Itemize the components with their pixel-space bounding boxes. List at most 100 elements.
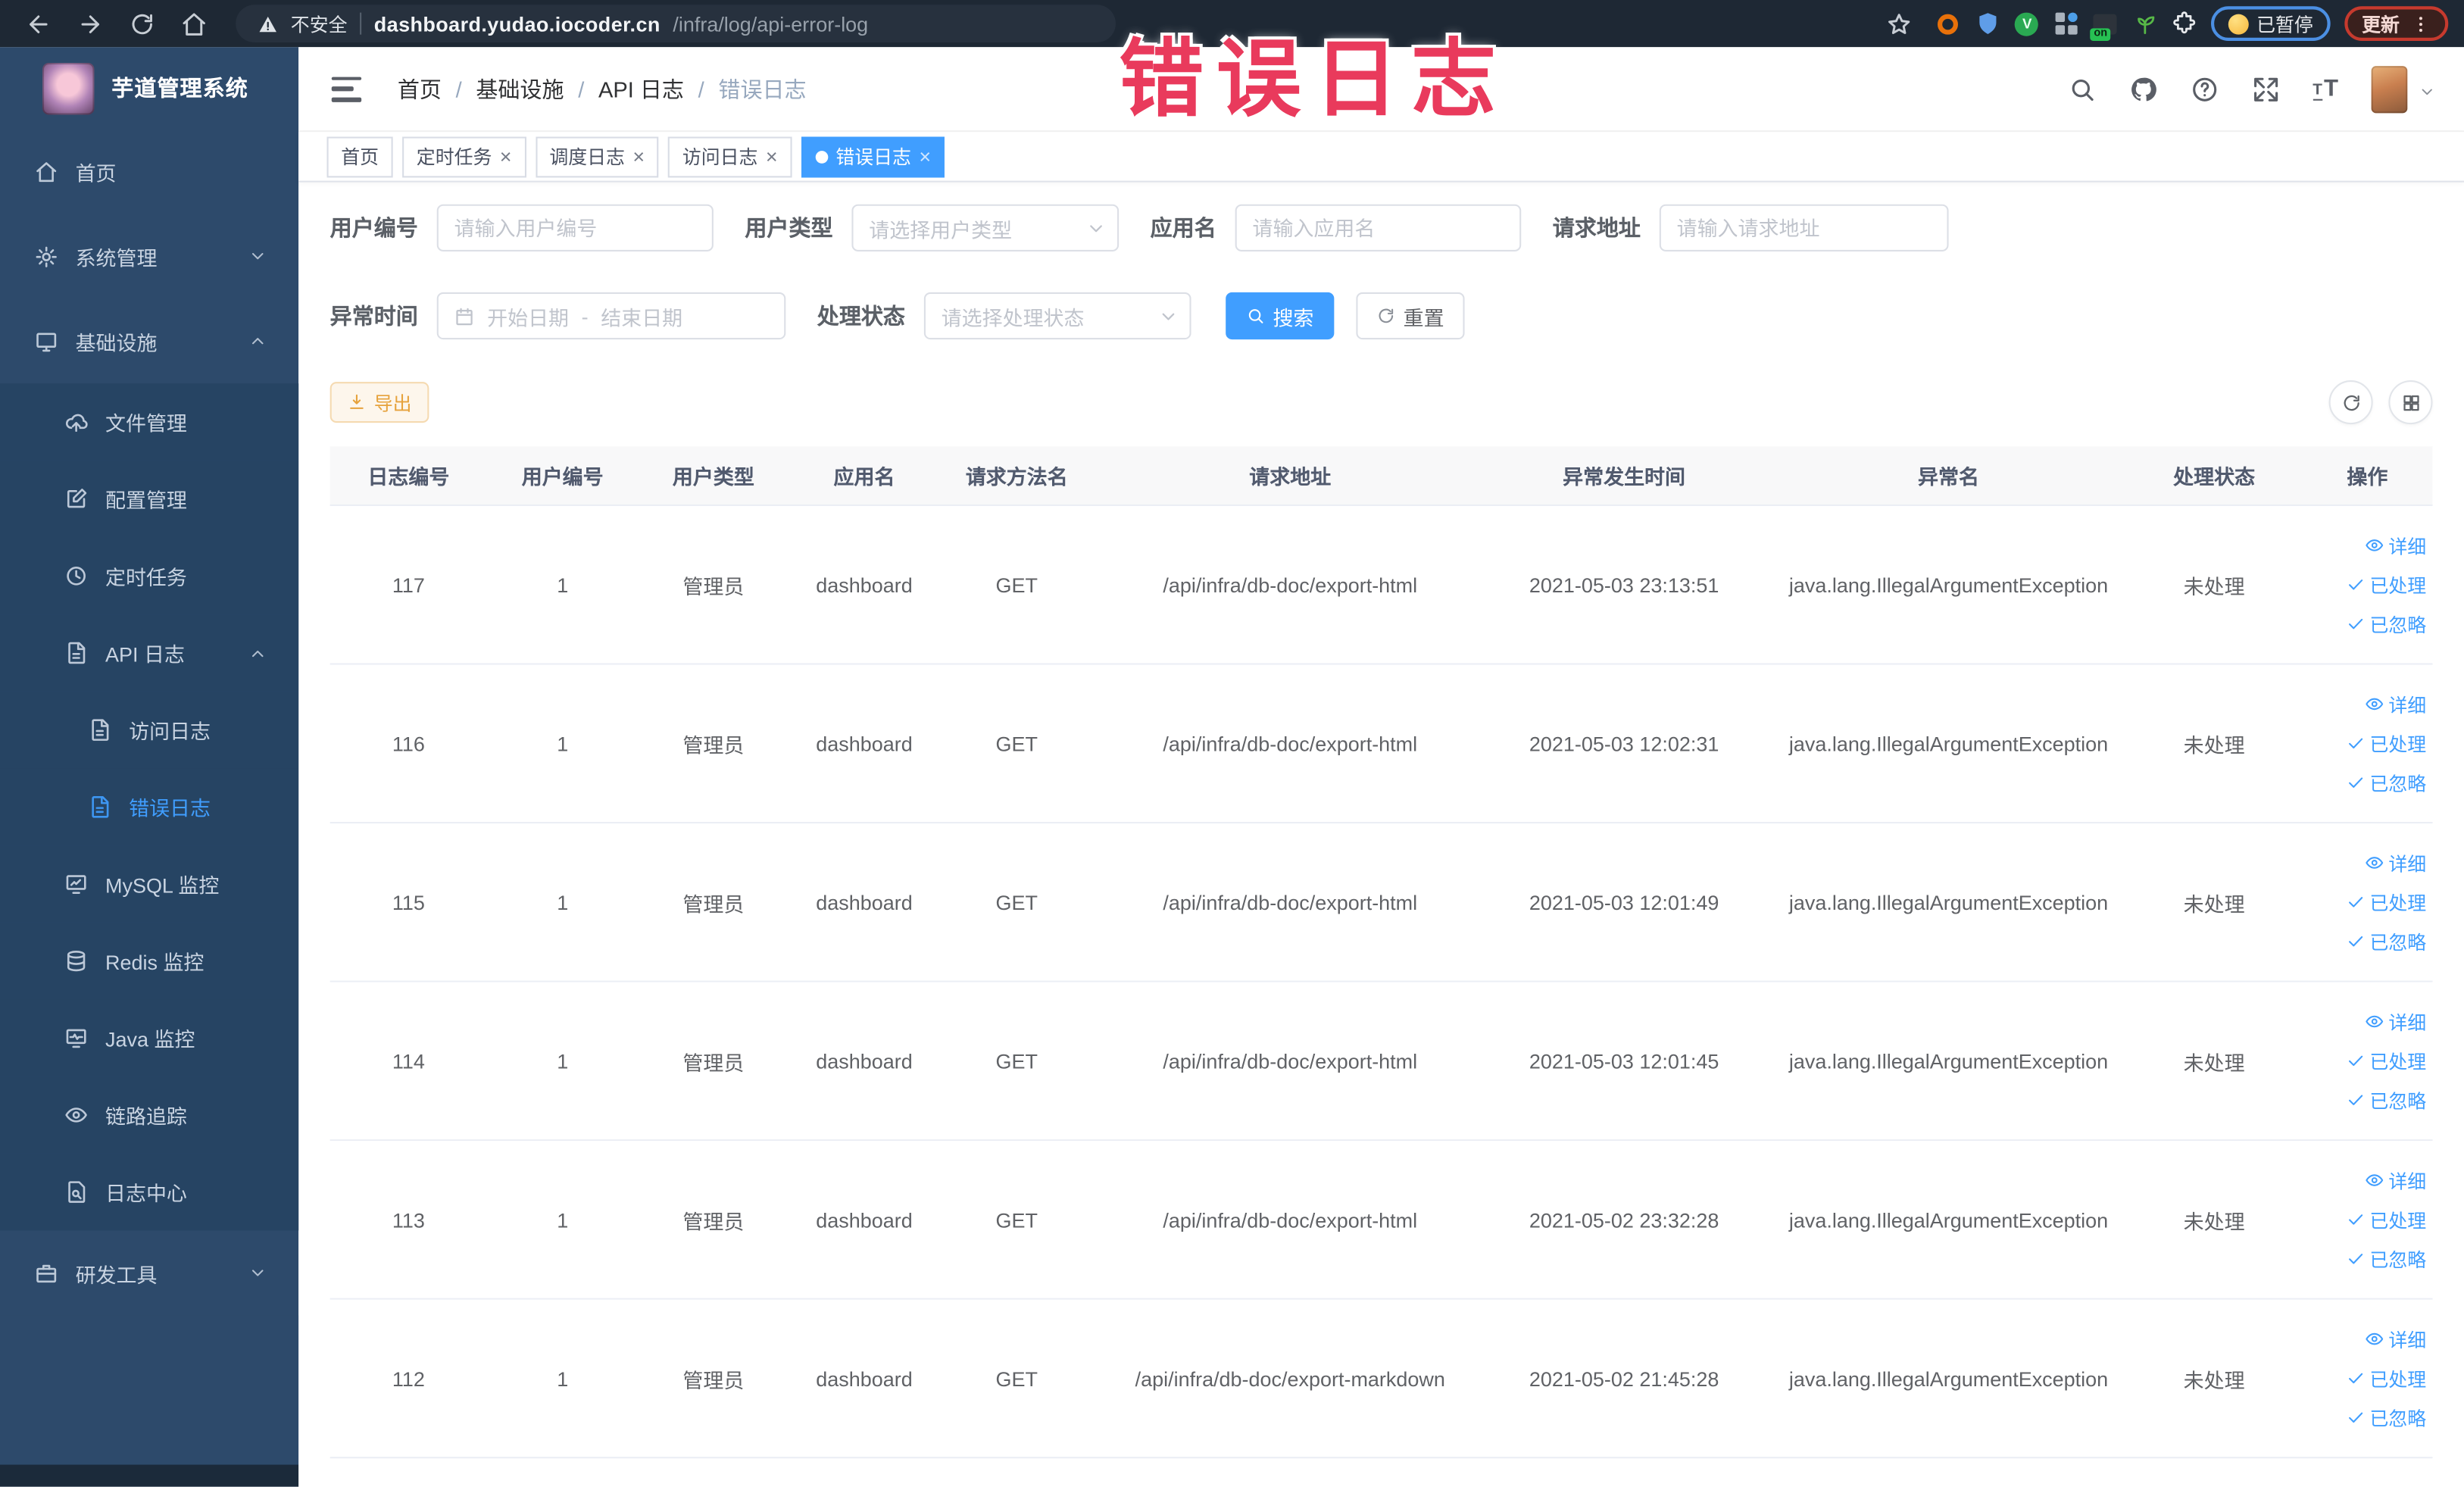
extension-shield-icon[interactable] <box>1975 11 2000 36</box>
sidebar-item-java-monitor[interactable]: Java 监控 <box>0 999 299 1077</box>
action-详细[interactable]: 详细 <box>2365 691 2426 717</box>
column-settings-button[interactable] <box>2388 380 2433 425</box>
action-已处理[interactable]: 已处理 <box>2346 730 2426 757</box>
font-size-icon[interactable]: TT <box>2313 77 2338 101</box>
github-icon[interactable] <box>2129 75 2157 103</box>
tab-首页[interactable]: 首页 <box>326 136 393 177</box>
extension-grid-icon[interactable] <box>2053 11 2078 36</box>
help-icon[interactable] <box>2190 75 2218 103</box>
close-icon[interactable]: × <box>766 146 778 167</box>
profile-paused-badge[interactable]: 已暂停 <box>2210 6 2331 41</box>
home-icon <box>35 160 58 183</box>
breadcrumb-item[interactable]: 首页 <box>398 73 442 104</box>
fullscreen-icon[interactable] <box>2251 75 2279 103</box>
sidebar-item-home[interactable]: 首页 <box>0 129 298 214</box>
sidebar: 芋道管理系统 首页 系统管理 基础设施 文件管理 配置管理定时任务 API 日志 访问日志错… <box>0 47 299 1487</box>
breadcrumb-item[interactable]: API 日志 <box>598 73 684 104</box>
address-bar[interactable]: 不安全 dashboard.yudao.iocoder.cn/infra/log… <box>236 5 1116 43</box>
bookmark-star-icon[interactable] <box>1885 10 1912 36</box>
extensions-puzzle-icon[interactable] <box>2172 11 2197 36</box>
request-url-input[interactable] <box>1659 204 1949 251</box>
action-已忽略[interactable]: 已忽略 <box>2346 1087 2426 1114</box>
chevron-down-icon <box>1086 218 1107 239</box>
sidebar-item-redis-monitor[interactable]: Redis 监控 <box>0 922 299 1000</box>
browser-reload-icon[interactable] <box>129 10 155 36</box>
reset-button[interactable]: 重置 <box>1356 292 1465 340</box>
app-logo-row[interactable]: 芋道管理系统 <box>0 47 298 129</box>
action-详细[interactable]: 详细 <box>2365 1167 2426 1193</box>
action-已忽略[interactable]: 已忽略 <box>2346 928 2426 954</box>
sidebar-item-config-management[interactable]: 配置管理 <box>0 460 299 538</box>
user-menu[interactable] <box>2371 65 2436 113</box>
process-status-select[interactable]: 请选择处理状态 <box>923 292 1191 340</box>
chevron-down-icon <box>1158 307 1179 327</box>
refresh-table-button[interactable] <box>2328 380 2373 425</box>
app-name-input[interactable] <box>1235 204 1522 251</box>
extension-sprout-icon[interactable] <box>2132 11 2157 36</box>
action-已处理[interactable]: 已处理 <box>2346 889 2426 915</box>
sidebar-item-error-log[interactable]: 错误日志 <box>0 768 299 846</box>
close-icon[interactable]: × <box>500 146 512 167</box>
breadcrumb: 首页 / 基础设施 / API 日志 / 错误日志 <box>398 73 807 104</box>
cell-method: GET <box>995 731 1038 755</box>
tab-调度日志[interactable]: 调度日志 × <box>535 136 659 177</box>
sidebar-item-scheduled-tasks[interactable]: 定时任务 <box>0 537 299 615</box>
action-label: 已处理 <box>2369 1209 2427 1232</box>
action-已忽略[interactable]: 已忽略 <box>2346 611 2426 637</box>
export-button[interactable]: 导出 <box>329 382 429 423</box>
column-header-1: 日志编号 <box>367 465 450 489</box>
tab-定时任务[interactable]: 定时任务 × <box>402 136 526 177</box>
sidebar-item-access-log[interactable]: 访问日志 <box>0 691 299 769</box>
user-type-select[interactable]: 请选择用户类型 <box>851 204 1120 251</box>
action-详细[interactable]: 详细 <box>2365 1326 2426 1352</box>
column-header-7: 异常发生时间 <box>1563 465 1686 489</box>
action-已处理[interactable]: 已处理 <box>2346 571 2426 598</box>
close-icon[interactable]: × <box>919 146 931 167</box>
sidebar-item-file-management[interactable]: 文件管理 <box>0 383 299 461</box>
sidebar-item-api-logs[interactable]: API 日志 <box>0 614 299 692</box>
action-已处理[interactable]: 已处理 <box>2346 1365 2426 1392</box>
close-icon[interactable]: × <box>632 146 645 167</box>
action-已忽略[interactable]: 已忽略 <box>2346 1404 2426 1431</box>
browser-forward-icon[interactable] <box>77 10 104 36</box>
monitor-icon <box>35 330 58 353</box>
action-label: 已处理 <box>2369 1367 2427 1391</box>
browser-home-icon[interactable] <box>181 10 208 36</box>
tab-错误日志[interactable]: 错误日志 × <box>801 136 945 177</box>
action-已忽略[interactable]: 已忽略 <box>2346 1245 2426 1272</box>
browser-back-icon[interactable] <box>25 10 52 36</box>
sidebar-item-system-management[interactable]: 系统管理 <box>0 214 298 298</box>
sidebar-item-label: 定时任务 <box>105 565 187 589</box>
search-button[interactable]: 搜索 <box>1226 292 1335 340</box>
breadcrumb-item[interactable]: 基础设施 <box>476 73 564 104</box>
sidebar-item-mysql-monitor[interactable]: MySQL 监控 <box>0 845 299 923</box>
action-已忽略[interactable]: 已忽略 <box>2346 770 2426 796</box>
check-icon <box>2346 734 2365 753</box>
search-icon <box>1246 307 1265 326</box>
action-已处理[interactable]: 已处理 <box>2346 1048 2426 1074</box>
app-logo <box>42 61 95 114</box>
action-详细[interactable]: 详细 <box>2365 532 2426 558</box>
cell-method: GET <box>995 1048 1038 1073</box>
request-url-label: 请求地址 <box>1552 215 1641 241</box>
sidebar-toggle-button[interactable] <box>331 76 362 102</box>
tab-访问日志[interactable]: 访问日志 × <box>668 136 792 177</box>
browser-update-button[interactable]: 更新 <box>2344 6 2449 41</box>
action-已处理[interactable]: 已处理 <box>2346 1206 2426 1232</box>
cell-exception_name: java.lang.IllegalArgumentException <box>1788 573 2109 597</box>
sidebar-item-log-center[interactable]: 日志中心 <box>0 1153 299 1231</box>
browser-menu-dots-icon[interactable] <box>2410 14 2431 34</box>
action-详细[interactable]: 详细 <box>2365 1008 2426 1035</box>
extension-v-icon[interactable]: V <box>2015 11 2040 36</box>
user-id-input[interactable] <box>436 204 714 251</box>
process-status-placeholder: 请选择处理状态 <box>941 305 1085 330</box>
sidebar-item-trace[interactable]: 链路追踪 <box>0 1076 299 1154</box>
sidebar-item-label: MySQL 监控 <box>105 873 220 898</box>
extension-adblock-icon[interactable] <box>1936 11 1961 36</box>
action-详细[interactable]: 详细 <box>2365 849 2426 876</box>
sidebar-item-infrastructure[interactable]: 基础设施 <box>0 298 298 383</box>
search-icon[interactable] <box>2068 75 2096 103</box>
extension-switch-on-icon[interactable]: on <box>2091 11 2118 40</box>
exception-time-range-picker[interactable]: 开始日期 - 结束日期 <box>436 292 786 340</box>
sidebar-item-dev-tools[interactable]: 研发工具 <box>0 1230 298 1315</box>
